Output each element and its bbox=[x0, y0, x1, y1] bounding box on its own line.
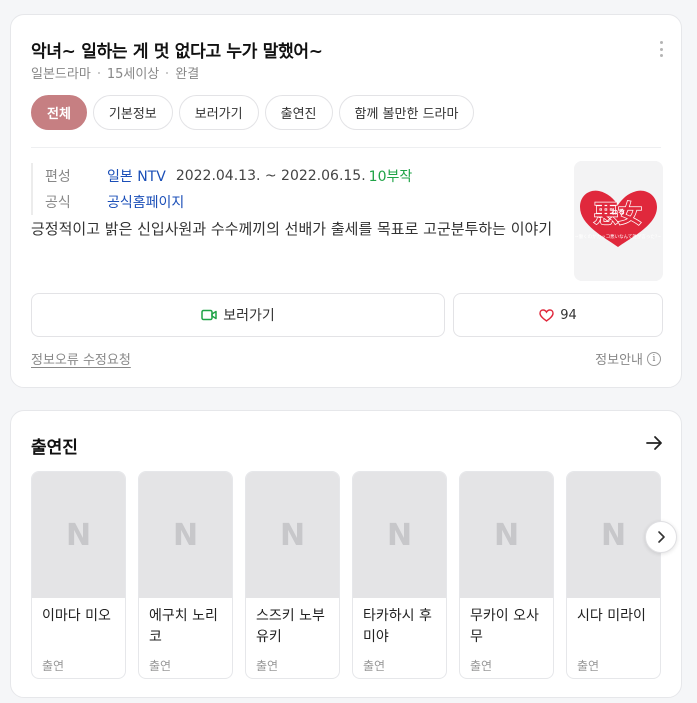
official-key: 공식 bbox=[45, 195, 71, 211]
cast-member-name: 시다 미라이 bbox=[577, 608, 646, 624]
video-camera-icon bbox=[201, 309, 217, 321]
meta-separator bbox=[97, 71, 100, 74]
carousel-next-button[interactable] bbox=[645, 521, 677, 553]
cast-member-role: 출연 bbox=[256, 659, 279, 673]
cast-card: 출연진 N 이마다 미오 출연 N 에구치 노리코 출연 N 스즈키 노부유키 … bbox=[10, 410, 682, 698]
report-error-link[interactable]: 정보오류 수정요청 bbox=[31, 349, 131, 368]
broadcast-row: 편성 일본 NTV 2022.04.13. ~ 2022.06.15. 10부작 bbox=[31, 163, 412, 189]
official-homepage-link[interactable]: 공식홈페이지 bbox=[107, 192, 184, 212]
poster-tagline: ~働くのがカッコ悪いなんて誰が言った?~ bbox=[575, 233, 661, 240]
cast-section-title: 출연진 bbox=[31, 438, 78, 458]
like-button[interactable]: 94 bbox=[453, 293, 663, 337]
tab-bar: 전체 기본정보 보러가기 출연진 함께 볼만한 드라마 bbox=[31, 95, 475, 130]
meta-status: 완결 bbox=[175, 67, 200, 82]
cast-member-role: 출연 bbox=[149, 659, 172, 673]
meta-genre: 일본드라마 bbox=[31, 67, 91, 82]
arrow-right-icon[interactable] bbox=[645, 435, 663, 455]
cast-photo-placeholder: N bbox=[460, 472, 553, 598]
divider bbox=[31, 147, 661, 148]
meta-separator bbox=[166, 71, 169, 74]
tab-all[interactable]: 전체 bbox=[31, 95, 87, 130]
cast-member-role: 출연 bbox=[42, 659, 65, 673]
watch-button-label: 보러가기 bbox=[223, 308, 275, 324]
n-placeholder-icon: N bbox=[172, 517, 199, 553]
drama-poster[interactable]: 悪女 わる ~働くのがカッコ悪いなんて誰が言った?~ bbox=[574, 161, 663, 281]
n-placeholder-icon: N bbox=[65, 517, 92, 553]
cast-member-name: 타카하시 후미야 bbox=[363, 608, 432, 645]
cast-list: N 이마다 미오 출연 N 에구치 노리코 출연 N 스즈키 노부유키 출연 N… bbox=[31, 471, 661, 679]
info-footer: 정보오류 수정요청 정보안내 i bbox=[31, 349, 661, 368]
cast-photo-placeholder: N bbox=[32, 472, 125, 598]
cast-member-card[interactable]: N 무카이 오사무 출연 bbox=[459, 471, 554, 679]
cast-member-card[interactable]: N 타카하시 후미야 출연 bbox=[352, 471, 447, 679]
more-options-icon[interactable] bbox=[659, 41, 663, 57]
cast-member-name: 이마다 미오 bbox=[42, 608, 111, 624]
tab-recommended[interactable]: 함께 볼만한 드라마 bbox=[338, 95, 475, 130]
broadcast-key: 편성 bbox=[45, 169, 71, 185]
cast-member-role: 출연 bbox=[470, 659, 493, 673]
n-placeholder-icon: N bbox=[493, 517, 520, 553]
synopsis: 긍정적이고 밝은 신입사원과 수수께끼의 선배가 출세를 목표로 고군분투하는 … bbox=[31, 220, 553, 238]
cast-member-card[interactable]: N 에구치 노리코 출연 bbox=[138, 471, 233, 679]
cast-member-role: 출연 bbox=[363, 659, 386, 673]
drama-meta: 일본드라마 15세이상 완결 bbox=[31, 63, 199, 82]
cast-member-name: 에구치 노리코 bbox=[149, 608, 218, 645]
cast-member-card[interactable]: N 시다 미라이 출연 bbox=[566, 471, 661, 679]
action-buttons: 보러가기 94 bbox=[31, 293, 663, 337]
drama-title: 악녀~ 일하는 게 멋 없다고 누가 말했어~ bbox=[31, 42, 323, 62]
watch-button[interactable]: 보러가기 bbox=[31, 293, 445, 337]
drama-info-card: 악녀~ 일하는 게 멋 없다고 누가 말했어~ 일본드라마 15세이상 완결 전… bbox=[10, 14, 682, 388]
cast-member-name: 무카이 오사무 bbox=[470, 608, 539, 645]
tab-basic-info[interactable]: 기본정보 bbox=[92, 95, 173, 130]
poster-logo: 悪女 わる ~働くのがカッコ悪いなんて誰が言った?~ bbox=[574, 161, 663, 281]
n-placeholder-icon: N bbox=[600, 517, 627, 553]
chevron-right-icon bbox=[658, 531, 665, 543]
cast-photo-placeholder: N bbox=[353, 472, 446, 598]
cast-member-name: 스즈키 노부유키 bbox=[256, 608, 325, 645]
broadcast-dates: 2022.04.13. ~ 2022.06.15. bbox=[175, 168, 366, 184]
cast-photo-placeholder: N bbox=[139, 472, 232, 598]
cast-photo-placeholder: N bbox=[246, 472, 339, 598]
poster-logo-sub: わる bbox=[611, 208, 625, 216]
n-placeholder-icon: N bbox=[279, 517, 306, 553]
tab-watch[interactable]: 보러가기 bbox=[178, 95, 259, 130]
like-count: 94 bbox=[560, 307, 577, 323]
episode-count: 10부작 bbox=[368, 169, 413, 185]
heart-icon bbox=[539, 308, 554, 322]
info-guide-link[interactable]: 정보안내 i bbox=[595, 349, 661, 368]
cast-member-card[interactable]: N 이마다 미오 출연 bbox=[31, 471, 126, 679]
official-row: 공식 공식홈페이지 bbox=[31, 189, 412, 215]
cast-member-card[interactable]: N 스즈키 노부유키 출연 bbox=[245, 471, 340, 679]
info-list: 편성 일본 NTV 2022.04.13. ~ 2022.06.15. 10부작… bbox=[31, 163, 412, 215]
cast-member-role: 출연 bbox=[577, 659, 600, 673]
meta-rating: 15세이상 bbox=[106, 67, 160, 82]
tab-cast[interactable]: 출연진 bbox=[264, 95, 333, 130]
info-guide-label: 정보안내 bbox=[595, 353, 643, 368]
n-placeholder-icon: N bbox=[386, 517, 413, 553]
broadcast-channel-link[interactable]: 일본 NTV bbox=[107, 166, 166, 186]
info-icon: i bbox=[647, 351, 661, 366]
